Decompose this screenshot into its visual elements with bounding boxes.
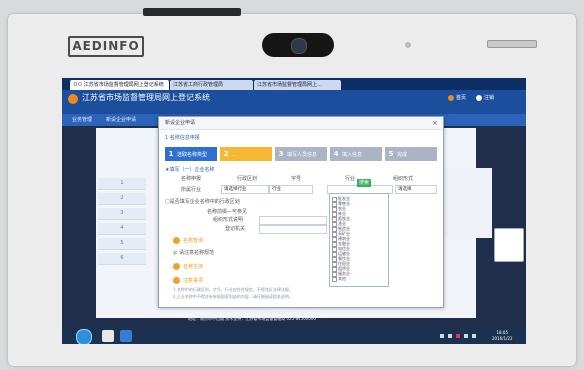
floating-help-widget[interactable] (494, 228, 524, 262)
label-industry-category: 所属行业 (181, 187, 202, 193)
modal-title: 新设企业申请 (165, 120, 196, 126)
notice-link[interactable]: 注意事项 (183, 277, 203, 285)
region-checkbox-label[interactable]: □是否填写企业名称中的行政区划 (165, 198, 240, 206)
battery-icon[interactable] (472, 334, 476, 338)
browser-taskbar-icon[interactable] (120, 330, 132, 342)
browser-tab-2[interactable]: 江苏省工商行政管理局 (170, 80, 253, 90)
step-progress: 1 选取名称类型 2… 3 填写人员信息 4 填入信息 5 完成 (165, 147, 437, 161)
nav-item-business[interactable]: 业务管理 (72, 116, 92, 124)
header-logout-link[interactable]: 注销 (484, 93, 494, 103)
note-line-2: 2.企业名称中不得含有有损国家利益的内容，请仔细阅读相关说明。 (173, 294, 293, 299)
browser-tab-3[interactable]: 江苏省市场监督管理局网上… (254, 80, 341, 90)
receipt-slot (487, 40, 537, 48)
label-prefix: 名称前缀—可参见 (207, 209, 248, 215)
step-4: 4 填入信息 (330, 147, 382, 161)
camera (262, 33, 334, 57)
label-name-declare: 名称申报 (181, 176, 202, 182)
modal-titlebar (159, 117, 443, 130)
step-2: 2… (220, 147, 272, 161)
card-slot (143, 8, 241, 16)
note-line-1: 1.名称中的行政区划、字号、行业应符合规定，不得违反法律法规。 (173, 287, 293, 292)
name-query-icon (173, 237, 180, 244)
industry-dropdown[interactable]: 批发业 零售业 农业 林业 畜牧业 渔业 制造业 采矿业 建筑业 金融业 电信业… (329, 193, 389, 287)
name-subject-link[interactable]: 名称主体 (183, 263, 203, 271)
header-home-link[interactable]: 首页 (456, 93, 466, 103)
sub-heading: ★填写（一）企业名称 (165, 167, 215, 173)
label-brand: 字号 (291, 176, 302, 182)
step-3: 3 填写人员信息 (275, 147, 327, 161)
step-5: 5 完成 (385, 147, 437, 161)
microphone-icon (405, 42, 411, 48)
background-row: 3 (98, 208, 146, 220)
background-row: 4 (98, 223, 146, 235)
label-authority: 登记机关 (225, 226, 246, 232)
industry-sub-select[interactable]: 行业 (269, 185, 313, 194)
screen: ㅁㅁ 江苏省市场监督管理局网上登记系统 江苏省工商行政管理局 江苏省市场监督管理… (62, 78, 526, 344)
label-org-desc: 组织形式说明 (213, 217, 244, 223)
camera-lens (291, 38, 307, 54)
dropdown-item[interactable]: 其他 (332, 276, 346, 282)
notification-icon[interactable] (456, 334, 460, 338)
search-button[interactable]: 搜索 (357, 179, 371, 187)
warning-text: ◎ 请注意名称规范 (173, 250, 214, 256)
home-icon (448, 95, 454, 101)
close-icon[interactable]: × (432, 118, 438, 128)
start-button[interactable] (76, 329, 92, 344)
network-icon[interactable] (440, 334, 444, 338)
keyboard-icon[interactable] (464, 334, 468, 338)
nav-item-new-company[interactable]: 新设企业申请 (106, 116, 136, 124)
user-icon (476, 95, 482, 101)
explorer-taskbar-icon[interactable] (102, 330, 114, 342)
label-region: 行政区划 (237, 176, 258, 182)
brand-logo: AEDINFO (68, 36, 144, 57)
background-row: 1 (98, 178, 146, 190)
label-industry: 行业 (345, 176, 356, 182)
background-row: 6 (98, 253, 146, 265)
name-subject-icon (173, 263, 180, 270)
org-desc-input[interactable] (259, 216, 327, 225)
footer-address: 地址：南京市中山路 技术支持：江苏省市场监督管理局 025-84560000 (188, 316, 316, 321)
app-logo (68, 94, 78, 104)
new-company-modal: 新设企业申请 × 1 名称信息申报 1 选取名称类型 2… 3 填写人员信息 4 填入… (158, 116, 444, 308)
volume-icon[interactable] (448, 334, 452, 338)
notice-icon (173, 277, 180, 284)
browser-tab-1[interactable]: ㅁㅁ 江苏省市场监督管理局网上登记系统 (70, 80, 169, 90)
org-form-select[interactable]: 请选择 (395, 185, 437, 194)
background-row: 2 (98, 193, 146, 205)
name-query-link[interactable]: 名称查询 (183, 237, 203, 245)
authority-input[interactable] (259, 225, 327, 234)
industry-select[interactable]: 请选择行业 (221, 185, 269, 194)
section-title: 1 名称信息申报 (165, 135, 200, 141)
label-org-form: 组织形式 (393, 176, 414, 182)
background-row: 5 (98, 238, 146, 250)
taskbar-clock[interactable]: 18:05 2016/1/22 (492, 330, 513, 342)
clock-date: 2016/1/22 (492, 336, 513, 341)
app-title: 江苏省市场监督管理局网上登记系统 (82, 93, 210, 102)
step-1: 1 选取名称类型 (165, 147, 217, 161)
footer-copyright: © Copyright 2014 江苏省市场监督管理局 All rights r… (212, 309, 329, 314)
